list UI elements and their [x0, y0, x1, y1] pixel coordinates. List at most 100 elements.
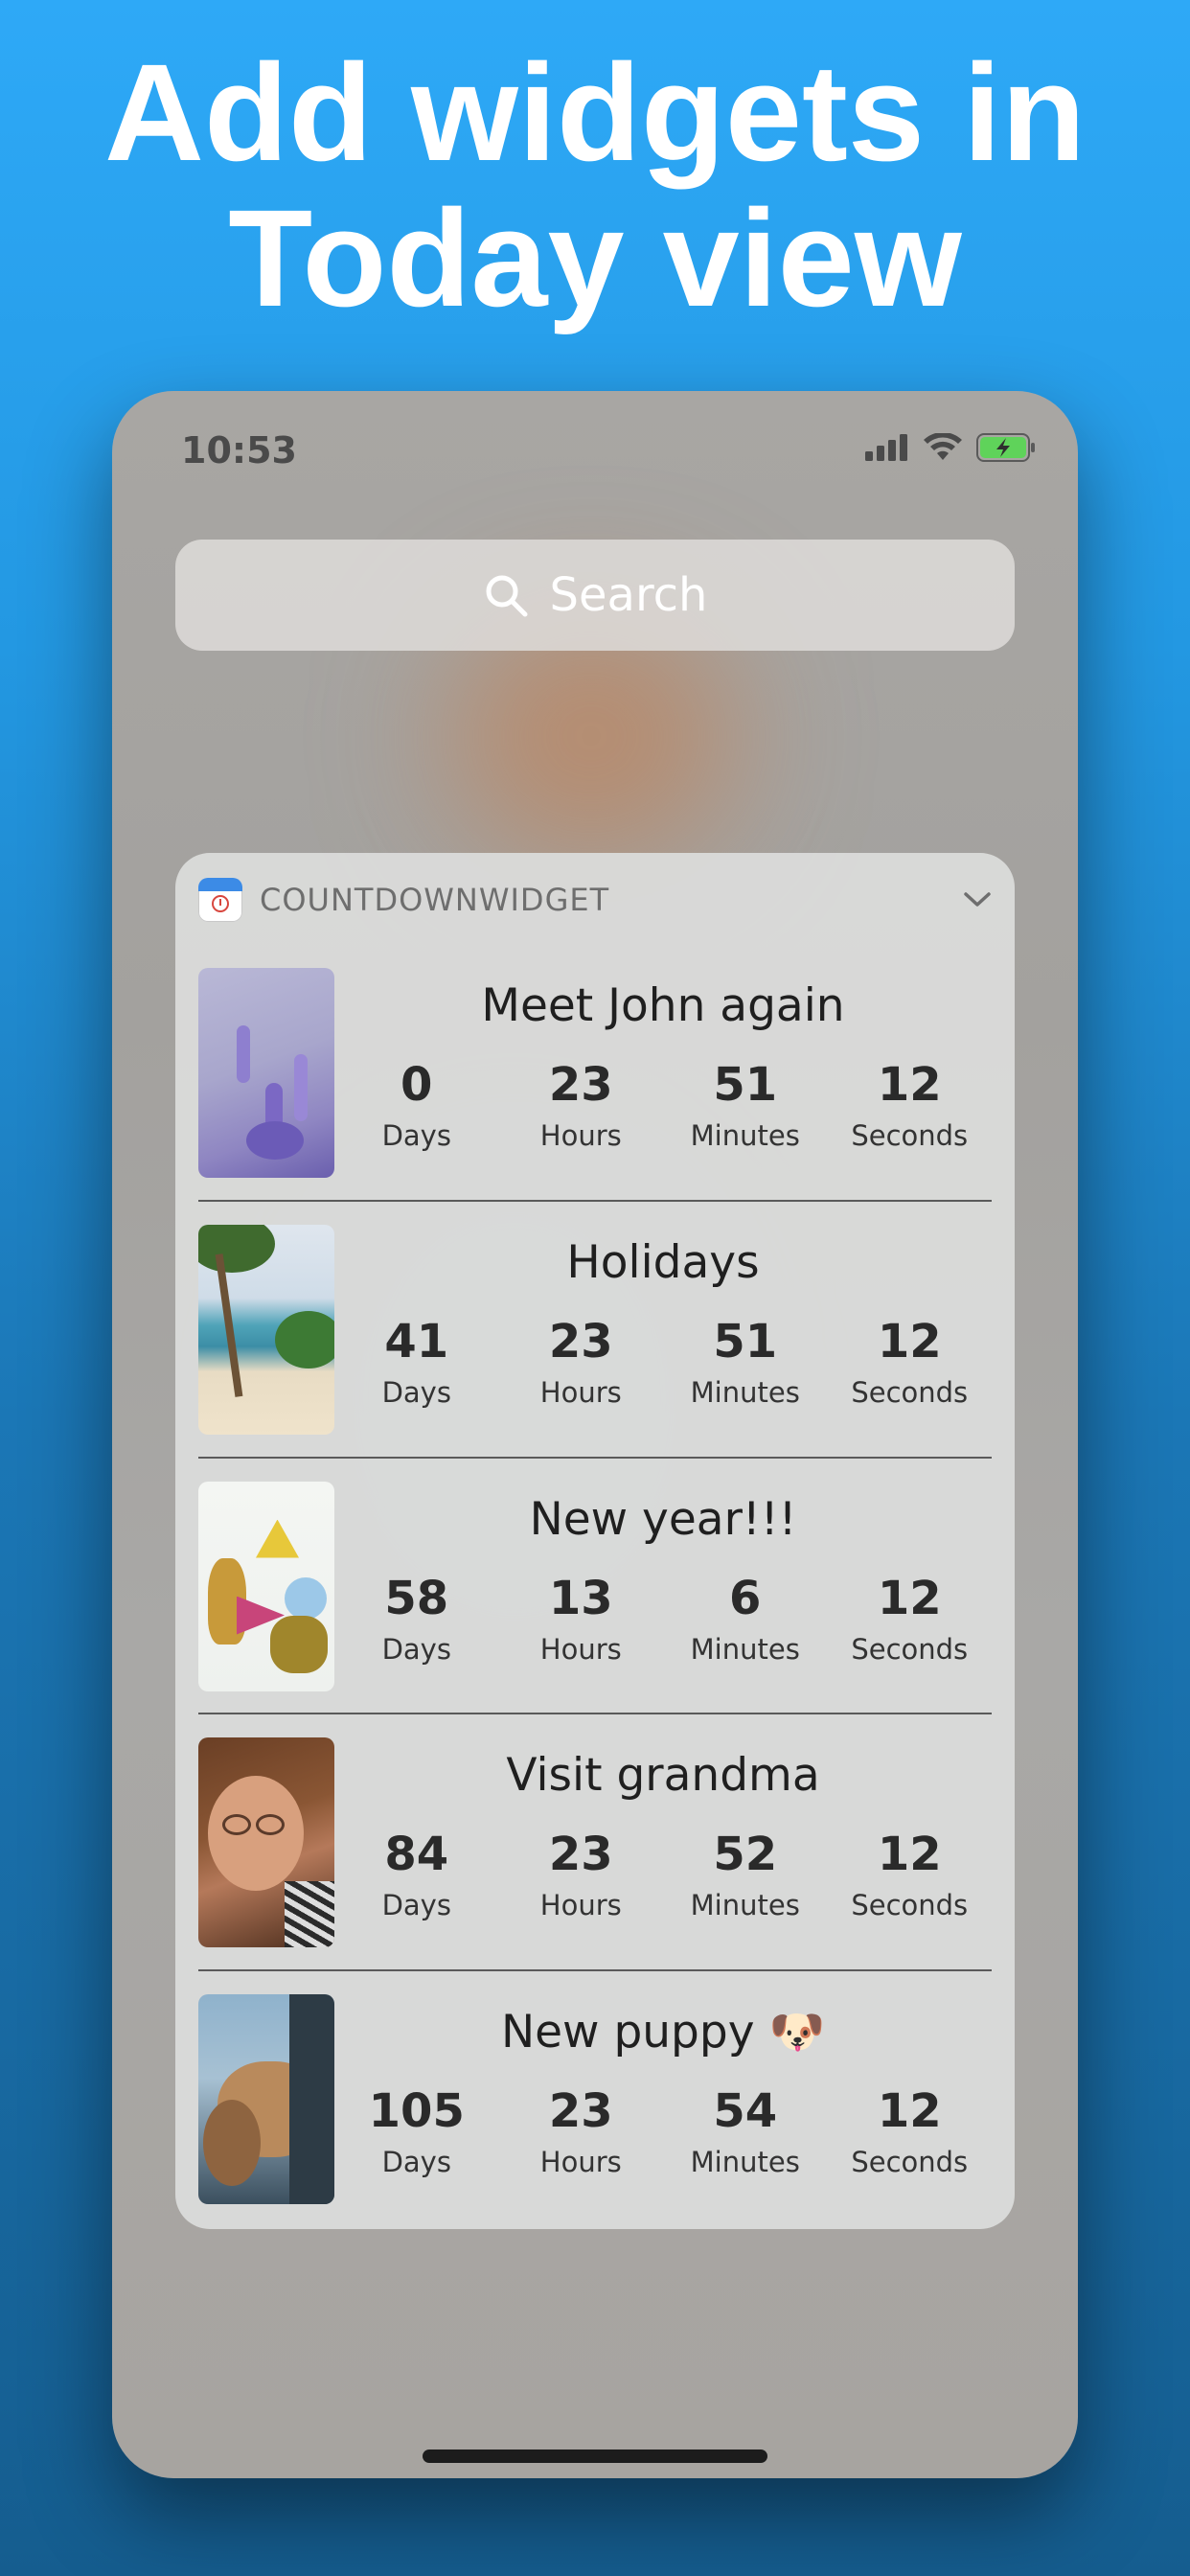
status-icons: [865, 433, 1036, 462]
hours-value: 23: [548, 2084, 613, 2138]
battery-charging-icon: [976, 433, 1035, 462]
minutes-value: 51: [713, 1314, 778, 1368]
event-row[interactable]: Meet John again 0 Days 23 Hours 51 Minutes …: [198, 968, 992, 1225]
search-icon: [486, 575, 528, 617]
days-value: 0: [400, 1058, 433, 1112]
minutes-value: 54: [713, 2084, 778, 2138]
hours-label: Hours: [539, 1632, 622, 1666]
minutes-unit: 51 Minutes: [663, 1315, 828, 1409]
days-unit: 0 Days: [334, 1058, 499, 1152]
countdown-widget[interactable]: COUNTDOWNWIDGET Meet John again 0 Days 23…: [175, 853, 1015, 2229]
hours-value: 23: [548, 1058, 613, 1112]
event-title: New year!!!: [529, 1492, 797, 1546]
minutes-label: Minutes: [690, 1375, 800, 1409]
minutes-label: Minutes: [690, 2146, 800, 2178]
minutes-label: Minutes: [690, 1119, 800, 1152]
hours-value: 13: [548, 1571, 613, 1625]
days-label: Days: [381, 2146, 451, 2178]
search-placeholder: Search: [549, 568, 708, 622]
hours-unit: 23 Hours: [499, 1058, 664, 1152]
countdown-units: 0 Days 23 Hours 51 Minutes 12 Seconds: [334, 1058, 992, 1152]
days-label: Days: [381, 1119, 451, 1152]
days-value: 84: [384, 1828, 449, 1882]
days-unit: 58 Days: [334, 1572, 499, 1666]
seconds-unit: 12 Seconds: [828, 1315, 993, 1409]
row-divider: [198, 1199, 992, 1202]
widget-header: COUNTDOWNWIDGET: [198, 876, 992, 924]
home-indicator[interactable]: [423, 2450, 767, 2463]
party-pineapples-photo: [198, 1481, 334, 1691]
days-value: 41: [384, 1314, 449, 1368]
event-title: Visit grandma: [506, 1749, 820, 1803]
countdown-units: 84 Days 23 Hours 52 Minutes 12 Seconds: [334, 1828, 992, 1921]
seconds-unit: 12 Seconds: [828, 1828, 993, 1921]
dog-in-car-photo: [198, 1994, 334, 2204]
hours-label: Hours: [539, 2146, 622, 2178]
minutes-value: 52: [713, 1828, 778, 1882]
lavender-photo: [198, 968, 334, 1178]
seconds-label: Seconds: [851, 1632, 969, 1666]
minutes-unit: 54 Minutes: [663, 2084, 828, 2178]
minutes-unit: 51 Minutes: [663, 1058, 828, 1152]
hours-value: 23: [548, 1828, 613, 1882]
seconds-label: Seconds: [851, 1375, 969, 1409]
seconds-value: 12: [877, 2084, 942, 2138]
search-bar[interactable]: Search: [175, 540, 1015, 651]
seconds-value: 12: [877, 1828, 942, 1882]
widget-app-name: COUNTDOWNWIDGET: [260, 882, 610, 918]
days-unit: 105 Days: [334, 2084, 499, 2178]
seconds-unit: 12 Seconds: [828, 1572, 993, 1666]
hours-unit: 23 Hours: [499, 1828, 664, 1921]
days-label: Days: [381, 1632, 451, 1666]
status-time: 10:53: [181, 429, 297, 472]
days-value: 105: [368, 2084, 465, 2138]
grandma-hug-photo: [198, 1737, 334, 1948]
countdown-units: 58 Days 13 Hours 6 Minutes 12 Seconds: [334, 1572, 992, 1666]
hours-unit: 23 Hours: [499, 1315, 664, 1409]
beach-palm-photo: [198, 1224, 334, 1435]
countdown-units: 41 Days 23 Hours 51 Minutes 12 Seconds: [334, 1315, 992, 1409]
headline-line-1: Add widgets in: [104, 35, 1086, 190]
days-label: Days: [381, 1375, 451, 1409]
row-divider: [198, 1969, 992, 1971]
chevron-down-icon[interactable]: [963, 890, 992, 909]
row-divider: [198, 1713, 992, 1715]
days-value: 58: [384, 1571, 449, 1625]
minutes-value: 51: [713, 1058, 778, 1112]
event-row[interactable]: New puppy 🐶 105 Days 23 Hours 54 Minutes 12…: [198, 1994, 992, 2229]
minutes-value: 6: [729, 1571, 762, 1625]
seconds-unit: 12 Seconds: [828, 2084, 993, 2178]
minutes-unit: 6 Minutes: [663, 1572, 828, 1666]
calendar-clock-app-icon: [198, 878, 242, 922]
event-title: Meet John again: [481, 979, 845, 1032]
event-row[interactable]: Visit grandma 84 Days 23 Hours 52 Minutes 1…: [198, 1737, 992, 1994]
headline-line-2: Today view: [228, 181, 962, 335]
wifi-icon: [924, 433, 962, 460]
event-list: Meet John again 0 Days 23 Hours 51 Minutes …: [198, 968, 992, 2229]
minutes-label: Minutes: [690, 1889, 800, 1922]
event-row[interactable]: New year!!! 58 Days 13 Hours 6 Minutes 12 Se…: [198, 1481, 992, 1738]
hours-value: 23: [548, 1314, 613, 1368]
minutes-label: Minutes: [690, 1632, 800, 1666]
hours-label: Hours: [539, 1375, 622, 1409]
minutes-unit: 52 Minutes: [663, 1828, 828, 1921]
event-row[interactable]: Holidays 41 Days 23 Hours 51 Minutes 12 Seco…: [198, 1224, 992, 1482]
event-title: New puppy 🐶: [500, 2006, 826, 2058]
countdown-units: 105 Days 23 Hours 54 Minutes 12 Seconds: [334, 2084, 992, 2178]
headline: Add widgets in Today view: [0, 40, 1190, 332]
seconds-value: 12: [877, 1314, 942, 1368]
phone-screen: 10:53 Search COUNTDOWNWIDGET Meet John a…: [112, 391, 1078, 2478]
seconds-unit: 12 Seconds: [828, 1058, 993, 1152]
days-unit: 84 Days: [334, 1828, 499, 1921]
seconds-label: Seconds: [851, 2146, 969, 2178]
seconds-value: 12: [877, 1571, 942, 1625]
row-divider: [198, 1456, 992, 1459]
seconds-label: Seconds: [851, 1119, 969, 1152]
days-unit: 41 Days: [334, 1315, 499, 1409]
hours-unit: 13 Hours: [499, 1572, 664, 1666]
days-label: Days: [381, 1889, 451, 1922]
hours-unit: 23 Hours: [499, 2084, 664, 2178]
event-title: Holidays: [566, 1235, 760, 1289]
seconds-value: 12: [877, 1058, 942, 1112]
seconds-label: Seconds: [851, 1889, 969, 1922]
